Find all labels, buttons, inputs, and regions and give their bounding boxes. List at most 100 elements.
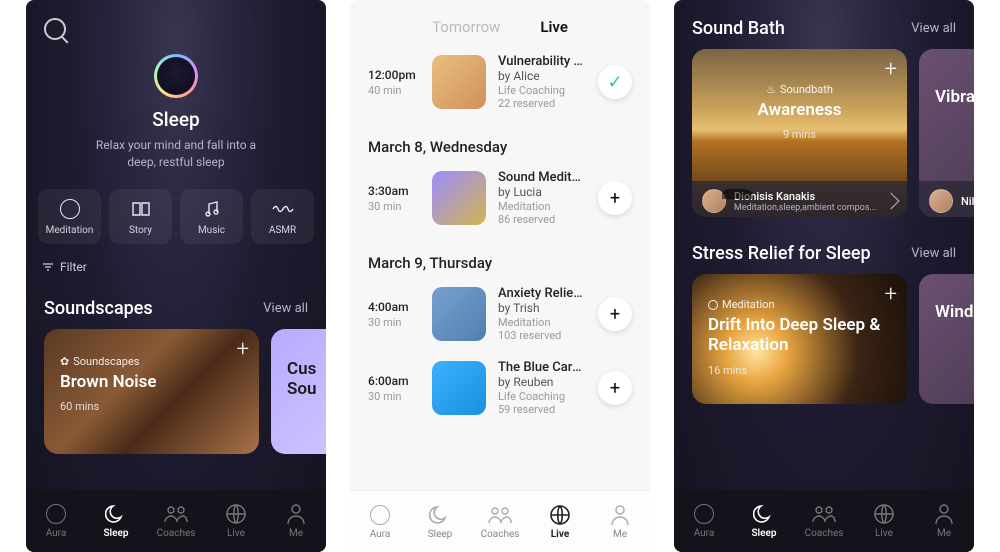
event-row[interactable]: 12:00pm 40 min Vulnerability as Str...by A… — [368, 50, 632, 124]
card-winding[interactable]: Windin — [919, 274, 974, 404]
event-thumb — [432, 287, 486, 341]
event-reserved: 86 reserved — [498, 213, 586, 226]
event-time: 6:00am — [368, 374, 420, 388]
tab-live[interactable]: Live — [206, 490, 266, 552]
tab-coaches[interactable]: Coaches — [146, 490, 206, 552]
card-custom-sound[interactable]: Cus Sou — [271, 329, 326, 454]
view-all-link[interactable]: View all — [911, 246, 956, 261]
event-info: Sound Meditation ...by LuciaMeditation86… — [498, 170, 586, 226]
category-music[interactable]: Music — [180, 189, 243, 244]
plus-icon[interactable]: + — [885, 57, 897, 82]
event-info: Vulnerability as Str...by AliceLife Coac… — [498, 54, 586, 110]
coach-bar[interactable]: Nila — [919, 181, 974, 217]
filter-icon — [42, 262, 54, 272]
section-title: Soundscapes — [44, 298, 153, 319]
globe-icon — [549, 504, 571, 526]
toptab-tomorrow[interactable]: Tomorrow — [432, 18, 500, 36]
date-header: March 9, Thursday — [368, 254, 632, 272]
card-drift-deep-sleep[interactable]: + Meditation Drift Into Deep Sleep & Rel… — [692, 274, 907, 404]
moon-icon — [753, 503, 775, 525]
event-row[interactable]: 6:00am30 min The Blue Cardsby ReubenLife … — [368, 356, 632, 430]
category-meditation[interactable]: Meditation — [38, 189, 101, 244]
chevron-right-icon — [883, 193, 900, 210]
card-awareness[interactable]: + ♨Soundbath Awareness 9 mins Dionisis K… — [692, 49, 907, 217]
tab-coaches[interactable]: Coaches — [794, 490, 854, 552]
people-icon — [811, 504, 837, 524]
screen-sleep: Sleep Relax your mind and fall into a de… — [26, 0, 326, 552]
event-info: The Blue Cardsby ReubenLife Coaching59 r… — [498, 360, 586, 416]
music-icon — [184, 199, 239, 219]
screen-soundbath: Sound Bath View all + ♨Soundbath Awarene… — [674, 0, 974, 552]
aura-orb-icon — [154, 54, 198, 98]
event-title: Vulnerability as Str... — [498, 54, 586, 69]
tab-sleep[interactable]: Sleep — [86, 490, 146, 552]
card-brown-noise[interactable]: + ✿Soundscapes Brown Noise 60 mins — [44, 329, 259, 454]
toptab-live[interactable]: Live — [540, 18, 568, 36]
moon-icon — [105, 503, 127, 525]
time-col: 6:00am30 min — [368, 374, 420, 403]
card-title: Brown Noise — [60, 372, 243, 392]
category-asmr[interactable]: ASMR — [251, 189, 314, 244]
event-duration: 40 min — [368, 84, 420, 97]
plus-icon[interactable]: + — [598, 297, 632, 331]
tab-live[interactable]: Live — [530, 491, 590, 552]
card-row: + ♨Soundbath Awareness 9 mins Dionisis K… — [674, 49, 974, 217]
tab-sleep[interactable]: Sleep — [410, 491, 470, 552]
search-icon[interactable] — [44, 18, 66, 40]
event-duration: 30 min — [368, 316, 420, 329]
tab-live[interactable]: Live — [854, 490, 914, 552]
filter-button[interactable]: Filter — [26, 254, 326, 280]
event-category: Meditation — [498, 316, 586, 329]
tab-aura[interactable]: Aura — [26, 490, 86, 552]
coach-subtitle: Meditation,sleep,ambient compos... — [734, 203, 877, 213]
category-story[interactable]: Story — [109, 189, 172, 244]
card-row: + Meditation Drift Into Deep Sleep & Rel… — [674, 274, 974, 404]
person-icon — [286, 503, 306, 525]
event-title: The Blue Cards — [498, 360, 586, 375]
tab-aura[interactable]: Aura — [350, 491, 410, 552]
plus-icon[interactable]: + — [598, 181, 632, 215]
avatar — [929, 189, 953, 213]
event-time: 12:00pm — [368, 68, 420, 82]
event-thumb — [432, 361, 486, 415]
card-vibrat[interactable]: Vibrat Nila — [919, 49, 974, 217]
tab-coaches[interactable]: Coaches — [470, 491, 530, 552]
tab-aura[interactable]: Aura — [674, 490, 734, 552]
globe-icon — [225, 503, 247, 525]
event-reserved: 59 reserved — [498, 403, 586, 416]
section-header-soundbath: Sound Bath View all — [674, 0, 974, 49]
plus-icon[interactable]: + — [598, 371, 632, 405]
event-author: by Trish — [498, 301, 586, 315]
event-row[interactable]: 4:00am30 minAnxiety Relief Nowby TrishMe… — [368, 282, 632, 356]
tabbar: Aura Sleep Coaches Live Me — [350, 490, 650, 552]
globe-icon — [873, 503, 895, 525]
tab-me[interactable]: Me — [914, 490, 974, 552]
event-row[interactable]: 3:30am30 minSound Meditation ...by Lucia… — [368, 166, 632, 240]
avatar — [702, 189, 726, 213]
coach-bar[interactable]: Dionisis Kanakis Meditation,sleep,ambien… — [692, 181, 907, 217]
moon-icon — [429, 504, 451, 526]
people-icon — [163, 504, 189, 524]
event-thumb — [432, 171, 486, 225]
person-icon — [934, 503, 954, 525]
view-all-link[interactable]: View all — [911, 21, 956, 36]
card-tag: ✿Soundscapes — [60, 355, 243, 368]
tab-me[interactable]: Me — [266, 490, 326, 552]
card-row: + ✿Soundscapes Brown Noise 60 mins Cus S… — [26, 329, 326, 454]
card-title: Windin — [935, 302, 974, 322]
section-header-stress: Stress Relief for Sleep View all — [674, 217, 974, 274]
view-all-link[interactable]: View all — [263, 301, 308, 316]
event-info: Anxiety Relief Nowby TrishMeditation103 … — [498, 286, 586, 342]
tab-sleep[interactable]: Sleep — [734, 490, 794, 552]
events-list: 12:00pm 40 min Vulnerability as Str...by A… — [350, 50, 650, 492]
check-icon[interactable]: ✓ — [598, 65, 632, 99]
card-title: Cus Sou — [287, 359, 326, 400]
event-author: by Lucia — [498, 185, 586, 199]
book-icon — [113, 199, 168, 219]
circle-icon — [42, 199, 97, 219]
event-author: by Alice — [498, 69, 586, 83]
card-title: Vibrat — [935, 87, 974, 107]
card-tag: ♨Soundbath — [708, 83, 891, 96]
tabbar: Aura Sleep Coaches Live Me — [26, 490, 326, 552]
tab-me[interactable]: Me — [590, 491, 650, 552]
